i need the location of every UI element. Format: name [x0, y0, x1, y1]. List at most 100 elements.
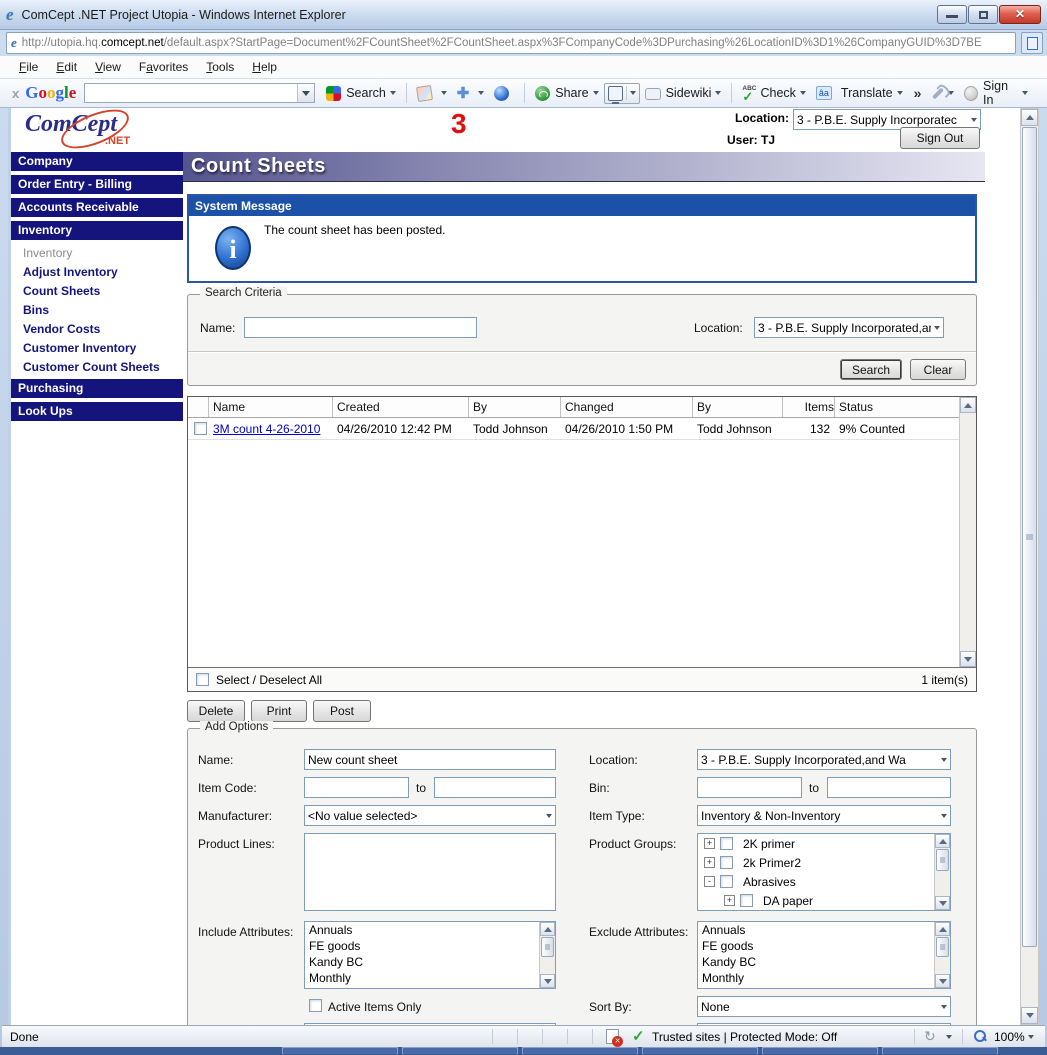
protected-mode-icon[interactable]: ↻	[924, 1028, 936, 1045]
list-item[interactable]: Monthly	[305, 970, 555, 986]
scroll-up-icon[interactable]	[540, 922, 555, 936]
scroll-down-icon[interactable]	[960, 651, 976, 667]
browser-scrollbar[interactable]	[1020, 108, 1039, 1025]
delete-button[interactable]: Delete	[187, 700, 245, 722]
menu-view[interactable]: View	[86, 60, 130, 74]
sidebar-subitem-adjust-inventory[interactable]: Adjust Inventory	[11, 263, 183, 282]
search-location-select[interactable]: 3 - P.B.E. Supply Incorporated,anc	[754, 317, 944, 338]
sidebar-item-company[interactable]: Company	[11, 152, 183, 171]
blocked-popup-icon[interactable]	[606, 1029, 619, 1044]
list-item[interactable]: FE goods	[698, 938, 950, 954]
search-name-input[interactable]	[244, 317, 477, 338]
list-item[interactable]: Annuals	[698, 922, 950, 938]
sidebar-subitem-count-sheets[interactable]: Count Sheets	[11, 282, 183, 301]
expand-icon[interactable]: +	[704, 857, 715, 868]
item-type-select[interactable]: Inventory & Non-Inventory	[697, 805, 951, 826]
col-name[interactable]: Name	[209, 397, 333, 417]
toolbar-settings-button[interactable]	[927, 87, 959, 100]
sidebar-item-inventory[interactable]: Inventory	[11, 221, 183, 240]
menu-file[interactable]: File	[10, 60, 47, 74]
google-earth-button[interactable]	[489, 86, 519, 101]
scroll-down-icon[interactable]	[935, 974, 950, 988]
sidebar-item-accounts-receivable[interactable]: Accounts Receivable	[11, 198, 183, 217]
list-scrollbar[interactable]	[539, 922, 555, 988]
group-checkbox[interactable]	[740, 894, 753, 907]
collapse-icon[interactable]: -	[704, 876, 715, 887]
col-status[interactable]: Status	[835, 397, 959, 417]
item-code-to-input[interactable]	[434, 777, 556, 798]
col-changed-by[interactable]: By	[693, 397, 783, 417]
menu-tools[interactable]: Tools	[197, 60, 243, 74]
col-created[interactable]: Created	[333, 397, 469, 417]
scroll-up-icon[interactable]	[1021, 109, 1038, 126]
toolbar-close-icon[interactable]: x	[6, 86, 25, 101]
list-item[interactable]: Monthly	[698, 970, 950, 986]
scroll-up-icon[interactable]	[960, 397, 976, 413]
bin-to-input[interactable]	[827, 777, 951, 798]
list-item[interactable]: Kandy BC	[305, 954, 555, 970]
col-items[interactable]: Items	[783, 397, 835, 417]
print-button[interactable]: Print	[251, 700, 307, 722]
scroll-down-icon[interactable]	[1021, 1007, 1038, 1024]
sidebar-item-purchasing[interactable]: Purchasing	[11, 379, 183, 398]
list-scrollbar[interactable]	[934, 922, 950, 988]
group-checkbox[interactable]	[720, 875, 733, 888]
bin-from-input[interactable]	[697, 777, 802, 798]
menu-favorites[interactable]: Favorites	[130, 60, 197, 74]
product-groups-tree[interactable]: + 2K primer + 2k Primer2 - Abrasives + D…	[697, 833, 951, 911]
product-lines-listbox[interactable]	[304, 833, 556, 911]
include-attributes-listbox[interactable]: Annuals FE goods Kandy BC Monthly	[304, 921, 556, 989]
add-name-input[interactable]	[304, 749, 556, 770]
search-button[interactable]: Search	[840, 359, 902, 380]
scroll-down-icon[interactable]	[540, 974, 555, 988]
menu-help[interactable]: Help	[243, 60, 286, 74]
sidebar-item-order-entry-billing[interactable]: Order Entry - Billing	[11, 175, 183, 194]
close-button[interactable]	[999, 5, 1041, 24]
list-item[interactable]: Annuals	[305, 922, 555, 938]
table-scrollbar[interactable]	[959, 397, 976, 667]
scrollbar-thumb[interactable]	[1022, 127, 1037, 947]
security-dropdown-icon[interactable]	[946, 1035, 952, 1039]
bookmarks-button[interactable]	[412, 86, 452, 101]
sidebar-subitem-bins[interactable]: Bins	[11, 301, 183, 320]
list-item[interactable]: Kandy BC	[698, 954, 950, 970]
url-input[interactable]: e http://utopia.hq.comcept.net/default.a…	[6, 32, 1016, 54]
minimize-button[interactable]	[937, 5, 967, 24]
list-item[interactable]: FE goods	[305, 938, 555, 954]
col-changed[interactable]: Changed	[561, 397, 693, 417]
sign-out-button[interactable]: Sign Out	[900, 127, 980, 149]
menu-edit[interactable]: Edit	[47, 60, 86, 74]
search-history-dropdown[interactable]	[297, 84, 314, 102]
sort-by-select[interactable]: None	[697, 996, 951, 1017]
add-gadgets-button[interactable]: ✚	[452, 86, 490, 101]
col-created-by[interactable]: By	[469, 397, 561, 417]
active-items-checkbox[interactable]	[309, 999, 322, 1012]
exclude-attributes-listbox[interactable]: Annuals FE goods Kandy BC Monthly	[697, 921, 951, 989]
scroll-down-icon[interactable]	[935, 896, 950, 910]
tree-scrollbar[interactable]	[934, 834, 950, 910]
group-checkbox[interactable]	[720, 837, 733, 850]
scroll-up-icon[interactable]	[935, 922, 950, 936]
google-search-button[interactable]: Search	[321, 86, 401, 101]
sidebar-subitem-vendor-costs[interactable]: Vendor Costs	[11, 320, 183, 339]
spellcheck-button[interactable]: ABC✓ Check	[737, 86, 811, 101]
page-zoom-icon[interactable]	[1021, 32, 1043, 54]
google-search-input[interactable]	[84, 83, 315, 103]
sidebar-subitem-customer-inventory[interactable]: Customer Inventory	[11, 339, 183, 358]
zoom-dropdown-icon[interactable]	[1028, 1035, 1034, 1039]
count-sheet-link[interactable]: 3M count 4-26-2010	[213, 422, 320, 436]
share-button[interactable]: Share	[530, 86, 603, 101]
signin-button[interactable]: Sign In	[959, 79, 1033, 107]
expand-icon[interactable]: +	[724, 895, 735, 906]
item-code-from-input[interactable]	[304, 777, 409, 798]
zoom-icon[interactable]	[974, 1030, 986, 1042]
translate-button[interactable]: âa Translate	[811, 86, 908, 100]
send-to-button[interactable]	[604, 83, 640, 104]
sidebar-item-look-ups[interactable]: Look Ups	[11, 402, 183, 421]
sidewiki-button[interactable]: Sidewiki	[640, 86, 727, 100]
toolbar-overflow-icon[interactable]: »	[908, 85, 928, 101]
clear-button[interactable]: Clear	[910, 359, 966, 380]
add-location-select[interactable]: 3 - P.B.E. Supply Incorporated,and Wa	[697, 749, 951, 770]
restore-button[interactable]	[968, 5, 998, 24]
post-button[interactable]: Post	[313, 700, 371, 722]
